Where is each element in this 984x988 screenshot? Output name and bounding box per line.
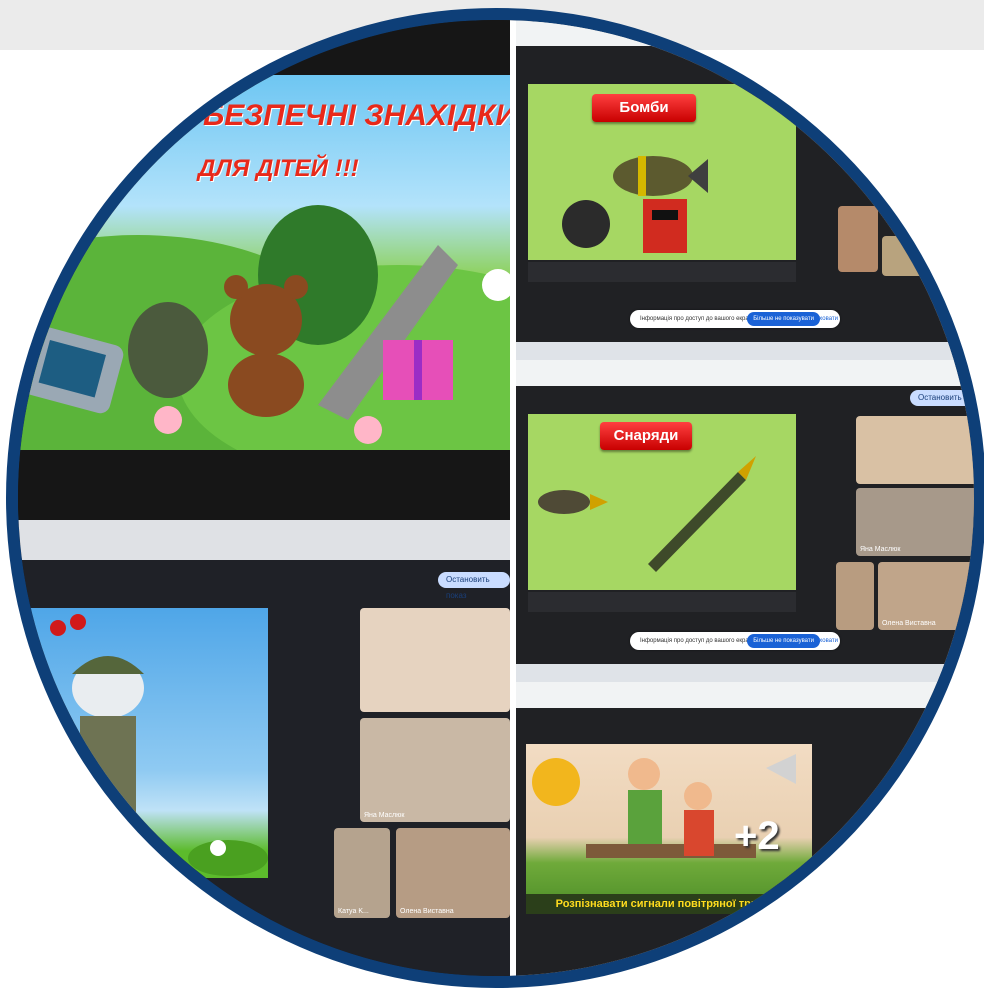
bombs-illustration	[562, 156, 708, 253]
notification-ok-button[interactable]: Більше не показувати	[747, 634, 820, 648]
browser-bar	[516, 360, 974, 387]
score-badge: +2	[734, 814, 780, 858]
participant-tile	[896, 762, 974, 832]
shells-slide: Снаряди	[528, 414, 796, 590]
notification-close-link[interactable]: Сховати	[815, 634, 838, 648]
participant-tile	[876, 838, 974, 908]
slide-title-line1: БЕЗПЕЧНІ ЗНАХІДКИ	[203, 99, 510, 132]
participant-name: Яна Маслюк	[364, 812, 405, 819]
bombs-slide: Бомби	[528, 84, 796, 260]
air-raid-slide: +2 Розпізнавати сигнали повітряної триво…	[526, 744, 812, 914]
notification-close-link[interactable]: Сховати	[815, 312, 838, 326]
browser-bar	[516, 682, 974, 709]
shells-session-window: Остановить показ Снаряди Яна Маслюк Олен…	[516, 360, 974, 682]
participant-name: Олена Виставна	[400, 908, 454, 915]
participant-tile	[360, 608, 510, 712]
air-raid-session-window: +2 Розпізнавати сигнали повітряної триво…	[516, 682, 974, 976]
meeting-app: Бомби	[516, 46, 974, 342]
participant-name: Катya K...	[338, 908, 369, 915]
taskbar	[516, 664, 974, 682]
shells-illustration	[538, 456, 756, 572]
taskbar	[516, 342, 974, 360]
air-raid-caption: Розпізнавати сигнали повітряної тривоги	[526, 894, 812, 914]
participant-tile: Яна Маслюк	[856, 488, 974, 556]
participant-tile: Катya K...	[334, 828, 390, 918]
cat-soldier-session-window: Остановить показ Яна Маслюк Катya K... О…	[18, 520, 510, 976]
player-controls[interactable]	[528, 262, 796, 282]
slide-title-line2: ДЛЯ ДІТЕЙ !!!	[198, 155, 359, 182]
cat-soldier-illustration	[50, 614, 268, 876]
participant-tile	[838, 206, 878, 272]
browser-bar	[516, 20, 974, 47]
screen-share-notification: Інформація про доступ до вашого екрана Б…	[630, 632, 840, 650]
cat-soldier-slide	[18, 608, 268, 878]
notification-ok-button[interactable]: Більше не показувати	[747, 312, 820, 326]
notification-text: Інформація про доступ до вашого екрана	[640, 316, 756, 322]
title-slide: БЕЗПЕЧНІ ЗНАХІДКИ ДЛЯ ДІТЕЙ !!!	[18, 75, 510, 450]
player-controls[interactable]	[528, 592, 796, 612]
browser-bar	[18, 520, 510, 560]
participant-tile: Яна Маслюк	[360, 718, 510, 822]
collage-circle-frame: БЕЗПЕЧНІ ЗНАХІДКИ ДЛЯ ДІТЕЙ !!! Бомби Ін…	[6, 8, 984, 988]
participant-tile: Олена Виставна	[396, 828, 510, 918]
stop-sharing-button[interactable]: Остановить показ	[910, 390, 974, 406]
participant-tile	[856, 416, 974, 484]
participant-tile	[836, 562, 874, 630]
participant-name: Яна Маслюк	[860, 546, 901, 553]
bombs-session-window: Бомби Інформація про доступ до вашого ек…	[516, 20, 974, 360]
title-slide-panel: БЕЗПЕЧНІ ЗНАХІДКИ ДЛЯ ДІТЕЙ !!!	[18, 20, 510, 520]
stop-sharing-button[interactable]: Остановить показ	[438, 572, 510, 600]
meeting-app: Остановить показ Снаряди Яна Маслюк Олен…	[516, 386, 974, 664]
participant-tile: Олена Виставна	[878, 562, 974, 630]
participant-tile	[882, 236, 942, 276]
meeting-app: +2 Розпізнавати сигнали повітряної триво…	[516, 708, 974, 976]
notification-text: Інформація про доступ до вашого екрана	[640, 638, 756, 644]
participant-name: Олена Виставна	[882, 620, 936, 627]
screen-share-notification: Інформація про доступ до вашого екрана Б…	[630, 310, 840, 328]
